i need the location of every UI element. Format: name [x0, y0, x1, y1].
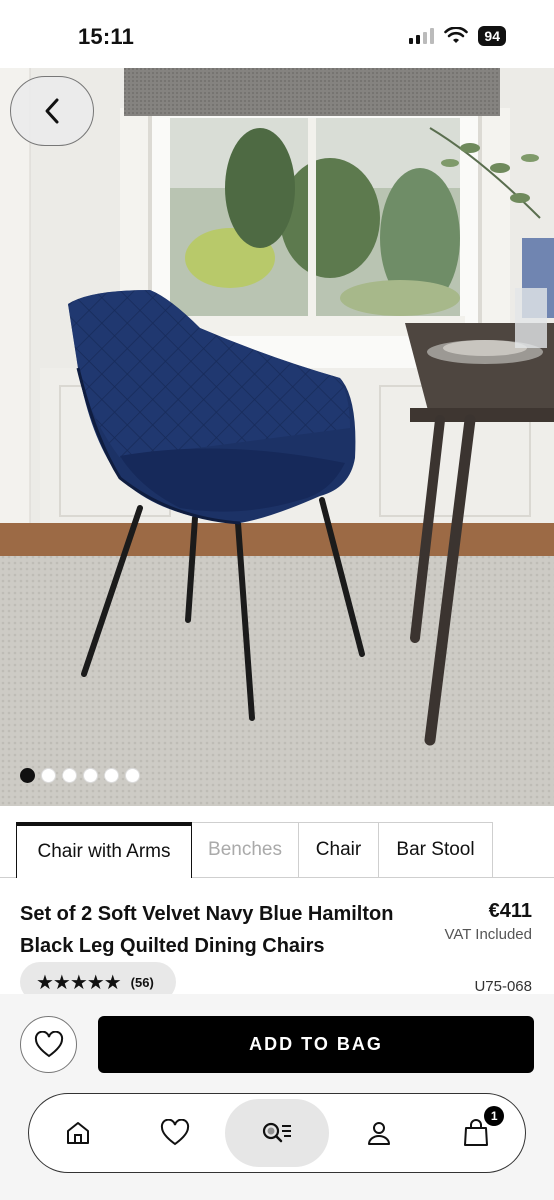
heart-icon — [34, 1030, 63, 1057]
heart-icon — [161, 1119, 190, 1146]
search-icon — [262, 1122, 291, 1143]
product-sku: U75-068 — [474, 978, 532, 995]
nav-bag[interactable]: 1 — [428, 1099, 524, 1167]
status-time: 15:11 — [78, 24, 135, 49]
carousel-dot[interactable] — [125, 768, 140, 783]
product-image[interactable] — [0, 68, 554, 806]
carousel-dot[interactable] — [104, 768, 119, 783]
product-price: €411 — [488, 900, 532, 922]
nav-account[interactable] — [331, 1099, 427, 1167]
carousel-dot[interactable] — [83, 768, 98, 783]
product-title: Set of 2 Soft Velvet Navy Blue Hamilton … — [20, 903, 394, 957]
status-bar: 15:11 94 — [0, 0, 554, 68]
tab-benches[interactable]: Benches — [192, 822, 299, 878]
status-icons: 94 — [409, 26, 506, 46]
carousel-dot[interactable] — [62, 768, 77, 783]
wishlist-button[interactable] — [20, 1016, 77, 1073]
home-icon — [66, 1122, 89, 1144]
review-count: (56) — [130, 974, 154, 990]
signal-icon — [409, 28, 435, 44]
carousel-dot[interactable] — [20, 768, 35, 783]
variant-tabs: Chair with Arms Benches Chair Bar Stool — [16, 822, 493, 878]
add-to-bag-button[interactable]: ADD TO BAG — [98, 1016, 534, 1073]
nav-home[interactable] — [30, 1099, 126, 1167]
bag-count-badge: 1 — [484, 1106, 505, 1126]
tab-chair[interactable]: Chair — [299, 822, 379, 878]
nav-search[interactable] — [224, 1099, 329, 1167]
tab-chair-with-arms[interactable]: Chair with Arms — [16, 822, 192, 878]
rating-stars: ★★★★★ — [36, 971, 122, 994]
vat-note: VAT Included — [444, 926, 532, 943]
account-icon — [367, 1122, 390, 1145]
wifi-icon — [444, 27, 469, 43]
chevron-left-icon — [45, 98, 59, 124]
bottom-nav: 1 — [28, 1093, 526, 1173]
tab-bar-stool[interactable]: Bar Stool — [379, 822, 493, 878]
carousel-dots — [20, 768, 140, 783]
battery-indicator: 94 — [478, 26, 506, 46]
back-button[interactable] — [10, 76, 94, 146]
carousel-dot[interactable] — [41, 768, 56, 783]
chair-photo — [0, 68, 554, 806]
nav-wishlist[interactable] — [127, 1099, 223, 1167]
